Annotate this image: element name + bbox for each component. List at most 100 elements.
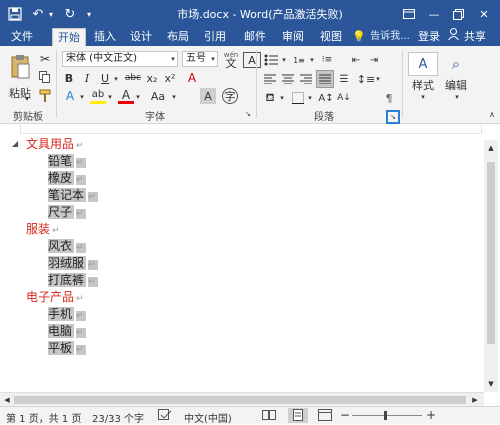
bold-icon[interactable]: B: [62, 70, 76, 86]
scroll-down-icon[interactable]: ▼: [484, 378, 498, 390]
close-button[interactable]: ✕: [474, 4, 494, 24]
list-item[interactable]: 笔记本 ↵: [48, 187, 98, 203]
heading-line[interactable]: 文具用品 ↵: [26, 136, 84, 152]
scroll-right-icon[interactable]: ▶: [470, 394, 480, 406]
customize-quick-access-icon[interactable]: ▾: [82, 4, 96, 24]
font-name-dropdown-icon[interactable]: ▾: [168, 52, 178, 66]
phonetic-guide-icon[interactable]: 文: [222, 57, 240, 70]
shading-icon[interactable]: ⛾: [262, 90, 278, 106]
redo-icon[interactable]: ↻: [62, 4, 78, 24]
zoom-out-button[interactable]: −: [340, 408, 350, 422]
increase-indent-icon[interactable]: ⇥: [366, 52, 382, 68]
character-border-icon[interactable]: A: [243, 52, 261, 68]
subscript-icon[interactable]: x₂: [144, 70, 160, 86]
justify-icon[interactable]: [316, 70, 334, 88]
scroll-left-icon[interactable]: ◀: [2, 394, 12, 406]
lightbulb-icon[interactable]: 💡: [352, 28, 366, 46]
tab-view[interactable]: 视图: [316, 28, 346, 46]
share-button[interactable]: 共享: [460, 28, 490, 46]
underline-dropdown-icon[interactable]: ▾: [112, 72, 120, 86]
copy-icon[interactable]: [38, 70, 52, 84]
list-item[interactable]: 手机 ↵: [48, 306, 86, 322]
list-item[interactable]: 铅笔 ↵: [48, 153, 86, 169]
collapse-heading-icon[interactable]: ◢: [12, 136, 24, 152]
language-indicator[interactable]: 中文(中国): [184, 410, 232, 425]
minimize-button[interactable]: —: [424, 4, 444, 24]
styles-icon[interactable]: A: [408, 52, 438, 76]
undo-icon[interactable]: ↶: [30, 4, 46, 24]
styles-button-label[interactable]: 样式: [404, 78, 442, 92]
tab-mailings[interactable]: 邮件: [240, 28, 270, 46]
chinese-layout-icon[interactable]: A↕: [318, 90, 334, 106]
paragraph-dialog-launcher-highlight[interactable]: ↘: [386, 110, 400, 124]
format-painter-icon[interactable]: [38, 88, 52, 102]
horizontal-scrollbar[interactable]: ◀ ▶: [0, 392, 484, 406]
bullets-dropdown-icon[interactable]: ▾: [280, 54, 288, 66]
cut-icon[interactable]: ✂: [38, 52, 52, 66]
paste-dropdown-icon[interactable]: ▾: [22, 94, 32, 104]
tab-home[interactable]: 开始: [52, 28, 86, 46]
numbering-dropdown-icon[interactable]: ▾: [308, 54, 316, 66]
proofing-icon[interactable]: [158, 409, 172, 424]
strikethrough-icon[interactable]: abc: [124, 70, 142, 86]
ribbon-display-options-icon[interactable]: [400, 4, 418, 24]
zoom-slider-thumb[interactable]: [384, 411, 387, 420]
list-item[interactable]: 电脑 ↵: [48, 323, 86, 339]
tab-file[interactable]: 文件: [6, 28, 38, 46]
tab-insert[interactable]: 插入: [90, 28, 120, 46]
vertical-scroll-thumb[interactable]: [487, 162, 495, 344]
read-mode-icon[interactable]: [262, 409, 276, 424]
search-icon[interactable]: ⌕: [444, 52, 468, 76]
heading-line[interactable]: 电子产品 ↵: [26, 289, 84, 305]
text-effects-dropdown-icon[interactable]: ▾: [78, 90, 86, 104]
multilevel-list-icon[interactable]: ⁝≡: [318, 52, 336, 68]
change-case-dropdown-icon[interactable]: ▾: [170, 90, 178, 104]
zoom-slider-track[interactable]: [352, 415, 422, 416]
save-icon[interactable]: [6, 4, 24, 24]
editing-button-label[interactable]: 编辑: [440, 78, 472, 92]
character-shading-icon[interactable]: A: [200, 88, 216, 104]
undo-dropdown-icon[interactable]: ▾: [46, 4, 56, 24]
editing-dropdown-icon[interactable]: ▾: [452, 92, 462, 102]
borders-icon[interactable]: [290, 90, 306, 106]
vertical-scrollbar[interactable]: ▲ ▼: [484, 140, 498, 392]
underline-icon[interactable]: U: [98, 70, 112, 86]
list-item[interactable]: 羽绒服 ↵: [48, 255, 98, 271]
text-effects-icon[interactable]: A: [62, 88, 78, 104]
web-layout-icon[interactable]: [318, 409, 332, 424]
font-color-dropdown-icon[interactable]: ▾: [134, 90, 142, 104]
decrease-indent-icon[interactable]: ⇤: [348, 52, 364, 68]
restore-button[interactable]: [448, 4, 468, 24]
show-formatting-marks-icon[interactable]: ¶: [382, 90, 396, 106]
list-item[interactable]: 打底裤 ↵: [48, 272, 98, 288]
change-case-icon[interactable]: Aa: [146, 88, 170, 104]
align-right-icon[interactable]: [298, 71, 314, 87]
tab-design[interactable]: 设计: [126, 28, 156, 46]
zoom-in-button[interactable]: +: [426, 408, 436, 422]
tab-references[interactable]: 引用: [200, 28, 230, 46]
bullets-icon[interactable]: [262, 52, 280, 68]
list-item[interactable]: 橡皮 ↵: [48, 170, 86, 186]
line-spacing-icon[interactable]: ↕≡: [357, 71, 375, 87]
enclose-characters-icon[interactable]: 字: [222, 88, 238, 104]
italic-icon[interactable]: I: [80, 70, 94, 86]
numbering-icon[interactable]: 1≡: [290, 52, 308, 68]
word-count[interactable]: 23/33 个字: [92, 410, 144, 425]
styles-dropdown-icon[interactable]: ▾: [418, 92, 428, 102]
highlight-dropdown-icon[interactable]: ▾: [106, 90, 114, 104]
shading-dropdown-icon[interactable]: ▾: [278, 92, 286, 104]
heading-line[interactable]: 服装 ↵: [26, 221, 60, 237]
list-item[interactable]: 平板 ↵: [48, 340, 86, 356]
page-count[interactable]: 第 1 页，共 1 页: [6, 410, 81, 425]
print-layout-icon[interactable]: [288, 408, 308, 423]
clear-formatting-icon[interactable]: A: [184, 70, 200, 86]
collapse-ribbon-icon[interactable]: ∧: [486, 108, 498, 120]
tab-layout[interactable]: 布局: [163, 28, 193, 46]
sign-in-link[interactable]: 登录: [416, 28, 442, 46]
scroll-up-icon[interactable]: ▲: [484, 142, 498, 154]
align-center-icon[interactable]: [280, 71, 296, 87]
tell-me-search[interactable]: 告诉我...: [366, 28, 414, 46]
font-size-dropdown-icon[interactable]: ▾: [208, 52, 218, 66]
highlight-color-icon[interactable]: ab: [90, 88, 106, 104]
distributed-icon[interactable]: ☰: [336, 71, 352, 87]
